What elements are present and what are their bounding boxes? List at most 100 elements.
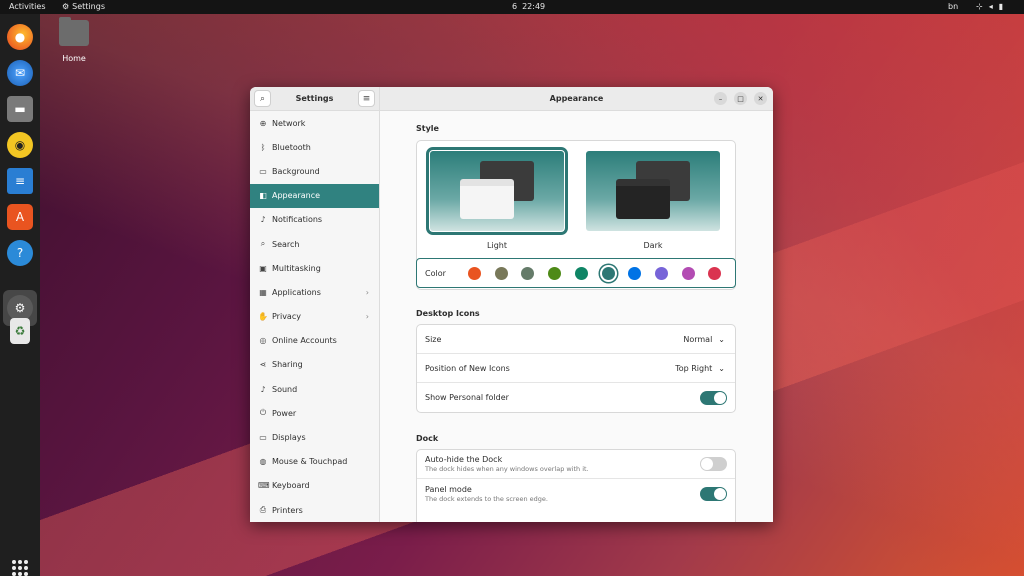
color-swatch[interactable] bbox=[494, 267, 508, 280]
color-swatch[interactable] bbox=[654, 267, 668, 280]
show-apps-button[interactable] bbox=[12, 560, 28, 576]
close-button[interactable]: ✕ bbox=[754, 92, 767, 105]
sidebar-item-sound[interactable]: ♪ Sound bbox=[250, 377, 379, 401]
position-value: Top Right bbox=[675, 363, 713, 373]
privacy-icon: ✋ bbox=[258, 312, 268, 322]
autohide-subtitle: The dock hides when any windows overlap … bbox=[425, 465, 589, 473]
sidebar-header: ⌕ Settings ≡ bbox=[250, 87, 379, 111]
color-swatch[interactable] bbox=[468, 267, 481, 280]
display-icon: ▭ bbox=[259, 433, 267, 443]
sidebar-item-multitasking[interactable]: ▣ Multitasking bbox=[250, 256, 379, 280]
sidebar-item-power[interactable]: ⏻ Power bbox=[250, 401, 379, 425]
sidebar-item-displays[interactable]: ▭ Displays bbox=[250, 425, 379, 449]
hamburger-icon: ≡ bbox=[362, 93, 371, 104]
sidebar-item-label: Mouse & Touchpad bbox=[272, 457, 348, 467]
color-label: Color bbox=[425, 269, 446, 278]
sidebar-item-label: Background bbox=[272, 166, 320, 176]
position-dropdown[interactable]: Top Right ⌄ bbox=[675, 364, 725, 373]
sidebar-item-keyboard[interactable]: ⌨ Keyboard bbox=[250, 474, 379, 498]
mouse-icon: ◍ bbox=[259, 457, 267, 467]
writer-icon[interactable]: ≡ bbox=[7, 168, 33, 194]
chevron-down-icon: ⌄ bbox=[718, 363, 725, 373]
sidebar-item-printers[interactable]: ⎙ Printers bbox=[250, 498, 379, 522]
sidebar-item-label: Printers bbox=[272, 505, 303, 515]
sidebar-item-applications[interactable]: ▦ Applications › bbox=[250, 280, 379, 304]
thunderbird-icon[interactable]: ✉ bbox=[7, 60, 33, 86]
clock[interactable]: 6 22:49 bbox=[512, 2, 545, 11]
chevron-right-icon: › bbox=[365, 287, 369, 297]
sidebar-item-background[interactable]: ▭ Background bbox=[250, 159, 379, 183]
personal-folder-row: Show Personal folder bbox=[417, 383, 735, 412]
power-icon: ⏻ bbox=[259, 408, 267, 418]
style-dark-option[interactable]: Dark bbox=[584, 151, 722, 250]
color-swatch[interactable] bbox=[574, 267, 588, 280]
color-swatch[interactable] bbox=[681, 267, 695, 280]
sidebar-item-search[interactable]: ⌕ Search bbox=[250, 232, 379, 256]
sidebar-item-notifications[interactable]: ♪ Notifications bbox=[250, 208, 379, 232]
personal-folder-toggle[interactable] bbox=[700, 390, 727, 405]
home-folder[interactable]: Home bbox=[58, 17, 90, 63]
autohide-toggle[interactable] bbox=[700, 457, 727, 471]
firefox-icon[interactable]: ● bbox=[7, 24, 33, 50]
sidebar-item-privacy[interactable]: ✋ Privacy › bbox=[250, 305, 379, 329]
autohide-row: Auto-hide the Dock The dock hides when a… bbox=[417, 450, 735, 479]
share-icon: ⋖ bbox=[259, 360, 267, 370]
color-swatch[interactable] bbox=[708, 267, 722, 280]
sidebar-item-label: Sound bbox=[272, 384, 298, 394]
files-icon[interactable]: ▬ bbox=[7, 96, 33, 122]
software-icon[interactable]: A bbox=[7, 204, 33, 230]
dark-label: Dark bbox=[643, 241, 663, 250]
activities-button[interactable]: Activities bbox=[9, 2, 46, 11]
desktop-icons-card: Size Normal ⌄ Position of New Icons Top R… bbox=[416, 324, 736, 413]
sidebar-item-label: Search bbox=[272, 239, 300, 249]
accounts-icon: ◎ bbox=[259, 336, 267, 346]
color-swatch[interactable] bbox=[601, 267, 615, 280]
search-icon: ⌕ bbox=[259, 93, 266, 104]
style-title: Style bbox=[416, 124, 439, 133]
keyboard-icon: ⌨ bbox=[258, 481, 270, 491]
style-light-option[interactable]: Light bbox=[426, 147, 568, 250]
size-dropdown[interactable]: Normal ⌄ bbox=[683, 335, 725, 344]
folder-icon bbox=[59, 17, 89, 46]
input-language[interactable]: bn bbox=[948, 2, 958, 11]
maximize-button[interactable]: □ bbox=[734, 92, 747, 105]
sidebar-item-bluetooth[interactable]: ᛒ Bluetooth bbox=[250, 135, 379, 159]
app-name: Settings bbox=[72, 2, 105, 11]
app-menu[interactable]: ⚙ Settings bbox=[62, 2, 105, 11]
minimize-button[interactable]: – bbox=[714, 92, 727, 105]
dock: ● ✉ ▬ ◉ ≡ A ? ⚙ ♻ bbox=[0, 14, 40, 576]
color-swatch[interactable] bbox=[548, 267, 562, 280]
sidebar-item-sharing[interactable]: ⋖ Sharing bbox=[250, 353, 379, 377]
menu-button[interactable]: ≡ bbox=[357, 90, 375, 107]
printer-icon: ⎙ bbox=[259, 505, 267, 515]
rhythmbox-icon[interactable]: ◉ bbox=[7, 132, 33, 158]
sidebar-item-network[interactable]: ⊕ Network bbox=[250, 111, 379, 135]
main-header: Appearance – □ ✕ bbox=[380, 87, 773, 111]
color-swatch[interactable] bbox=[628, 267, 642, 280]
position-row[interactable]: Position of New Icons Top Right ⌄ bbox=[417, 354, 735, 383]
sidebar-item-label: Sharing bbox=[272, 360, 303, 370]
dock-card: Auto-hide the Dock The dock hides when a… bbox=[416, 449, 736, 522]
sidebar-item-label: Privacy bbox=[272, 312, 301, 322]
trash-icon[interactable]: ♻ bbox=[10, 318, 30, 344]
search-button[interactable]: ⌕ bbox=[254, 90, 271, 107]
sidebar-item-label: Multitasking bbox=[272, 263, 321, 273]
sidebar-item-label: Displays bbox=[272, 433, 306, 443]
window-controls: – □ ✕ bbox=[714, 92, 767, 105]
top-bar: Activities ⚙ Settings 6 22:49 bn ⊹ ◂ ▮ bbox=[0, 0, 1024, 14]
music-icon: ♪ bbox=[260, 384, 266, 394]
system-tray[interactable]: ⊹ ◂ ▮ bbox=[976, 2, 1003, 11]
gear-icon: ⚙ bbox=[62, 2, 70, 11]
appearance-content: Style Light Dark Color Desktop Icons Siz… bbox=[380, 111, 773, 522]
color-swatch[interactable] bbox=[521, 267, 535, 280]
sidebar-item-appearance[interactable]: ◧ Appearance bbox=[250, 183, 379, 208]
sidebar-item-online-accounts[interactable]: ◎ Online Accounts bbox=[250, 329, 379, 353]
panel-mode-toggle[interactable] bbox=[700, 486, 727, 501]
size-row[interactable]: Size Normal ⌄ bbox=[417, 325, 735, 354]
sidebar-item-label: Power bbox=[272, 408, 297, 418]
autohide-text: Auto-hide the Dock The dock hides when a… bbox=[425, 455, 589, 473]
sidebar: ⌕ Settings ≡ ⊕ Network ᛒ Bluetooth ▭ Backgrou… bbox=[250, 87, 380, 522]
sidebar-item-mouse-touchpad[interactable]: ◍ Mouse & Touchpad bbox=[250, 450, 379, 474]
battery-icon: ▮ bbox=[998, 2, 1004, 11]
help-icon[interactable]: ? bbox=[7, 240, 33, 266]
